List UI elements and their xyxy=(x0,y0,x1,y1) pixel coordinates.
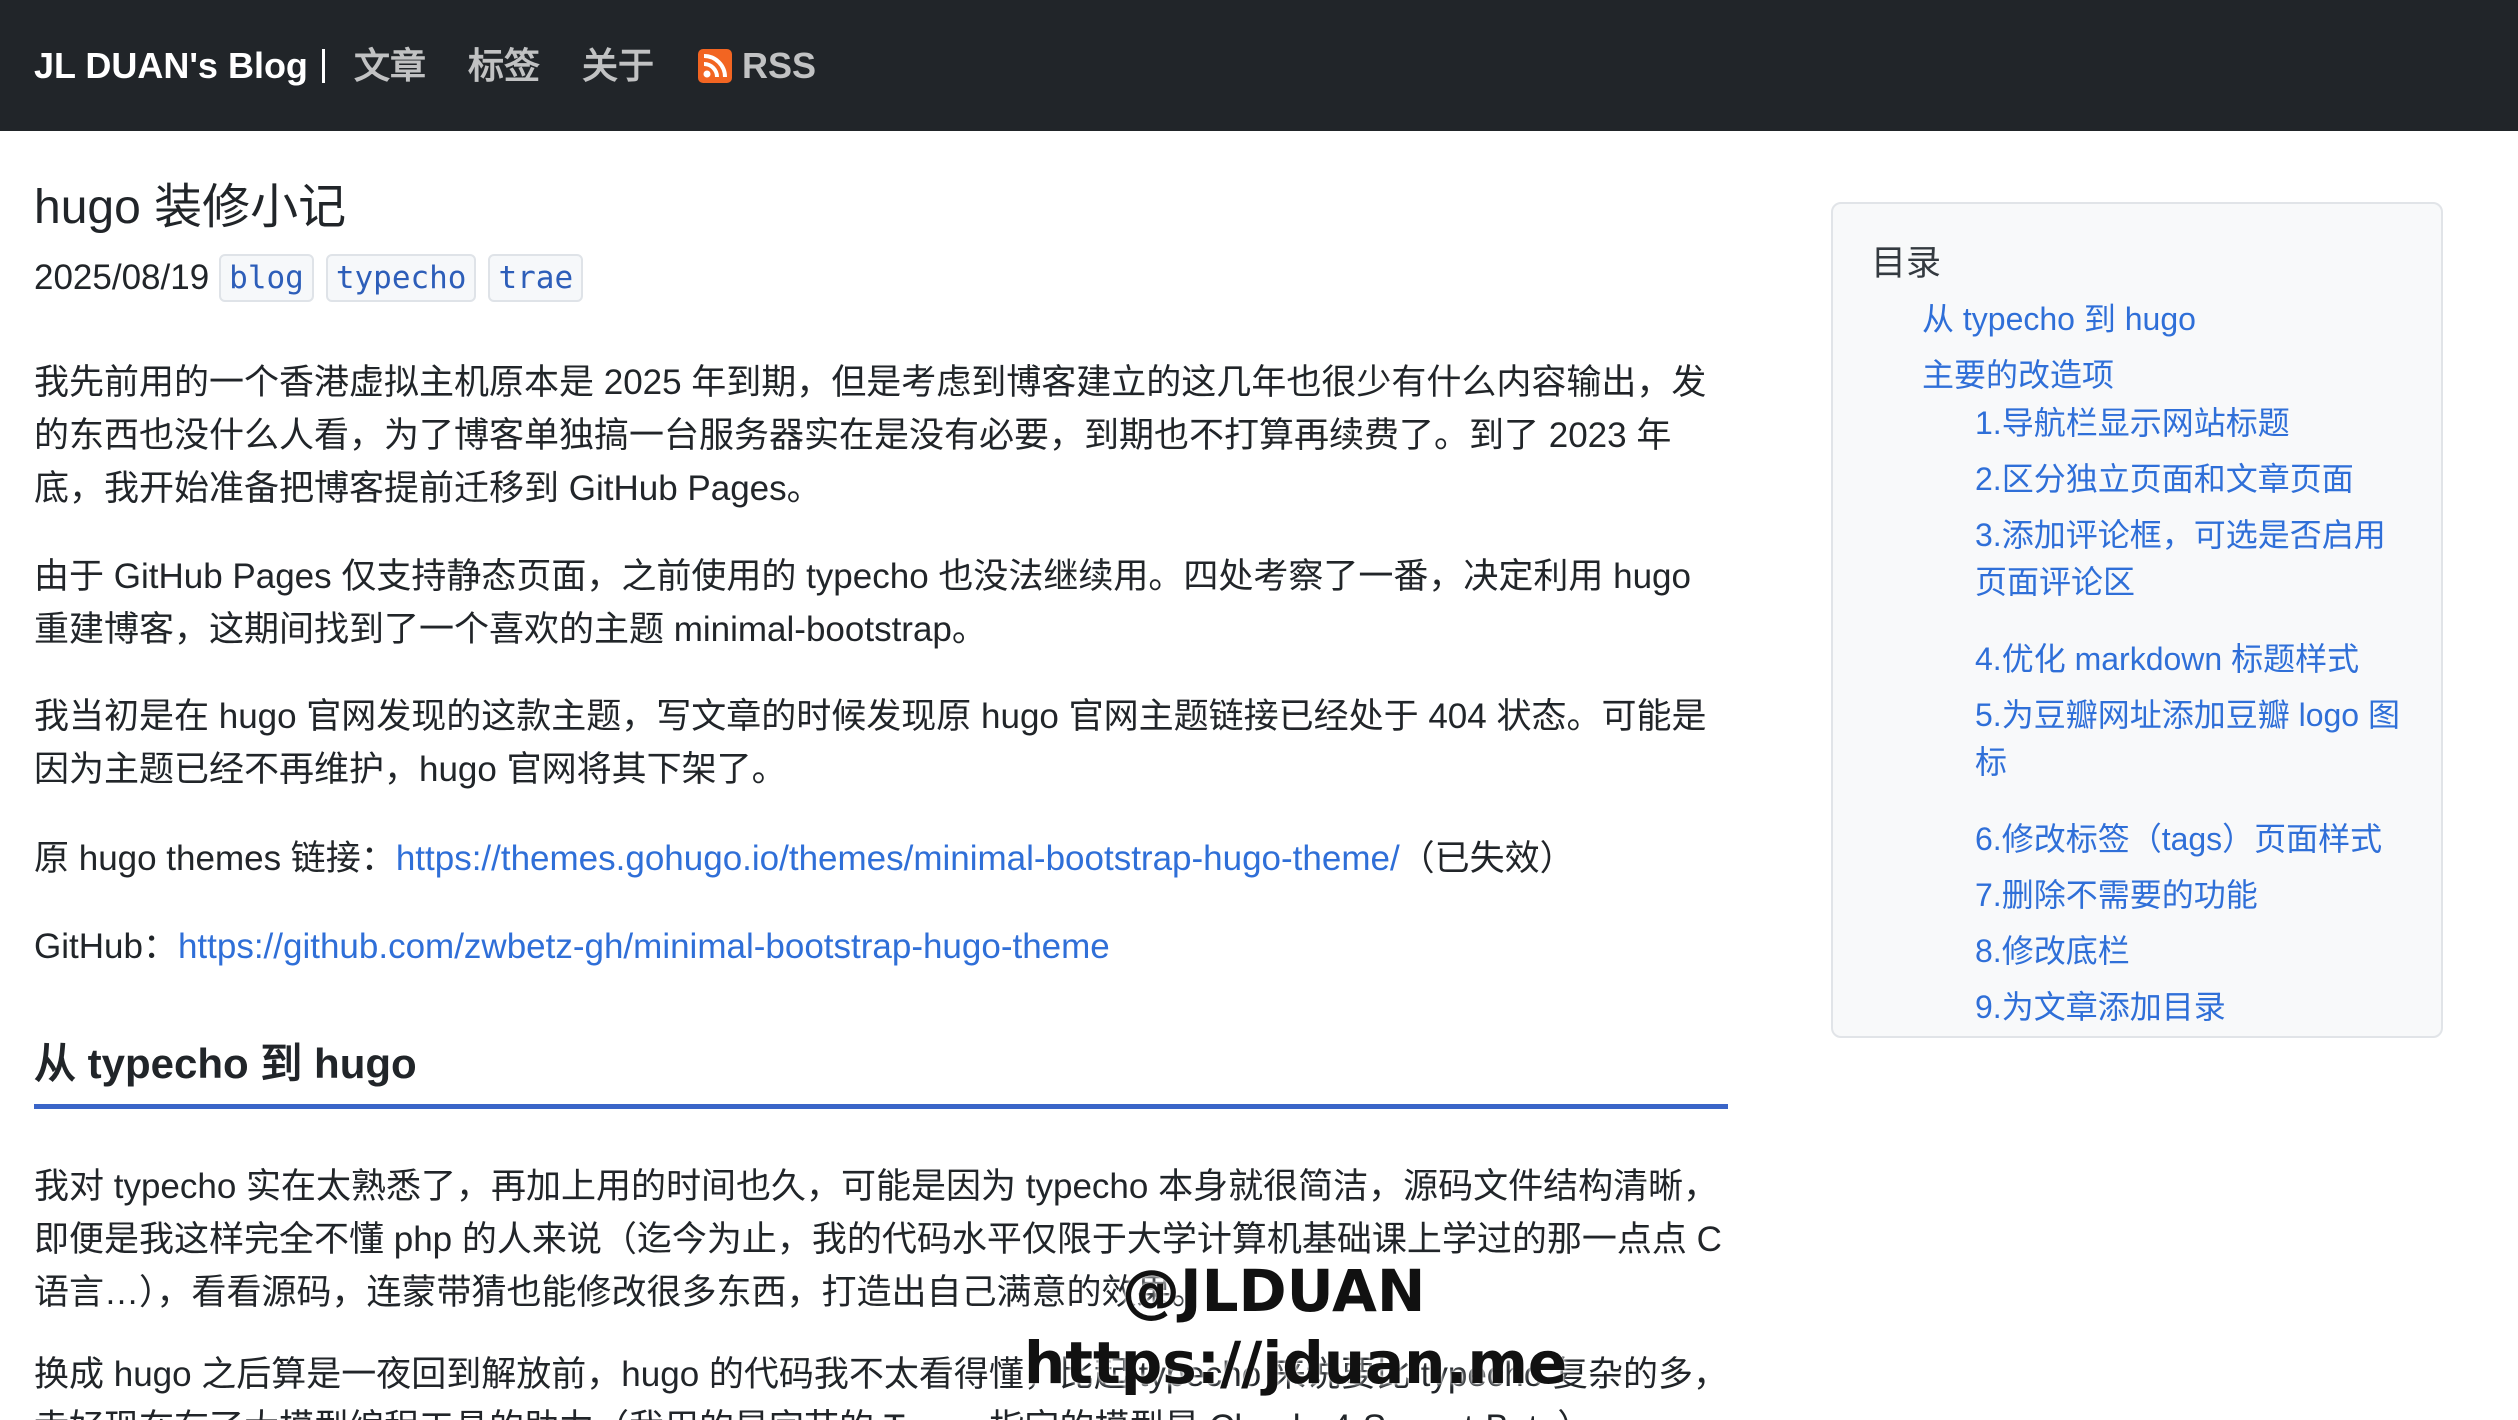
site-brand-link[interactable]: JL DUAN's Blog xyxy=(34,45,308,87)
post-date: 2025/08/19 xyxy=(34,258,210,297)
section-paragraph-1: 我对 typecho 实在太熟悉了，再加上用的时间也久，可能是因为 typech… xyxy=(34,1167,1722,1312)
toc-item-1[interactable]: 1.导航栏显示网站标题 xyxy=(1975,400,2415,447)
post-title: hugo 装修小记 xyxy=(34,181,347,234)
tag-typecho[interactable]: typecho xyxy=(325,254,477,302)
intro-paragraph-1: 我先前用的一个香港虚拟主机原本是 2025 年到期，但是考虑到博客建立的这几年也… xyxy=(34,363,1707,508)
toc-item-typecho-to-hugo[interactable]: 从 typecho 到 hugo xyxy=(1922,296,2196,343)
intro-paragraph-3: 我当初是在 hugo 官网发现的这款主题，写文章的时候发现原 hugo 官网主题… xyxy=(34,697,1707,789)
table-of-contents: 目录 从 typecho 到 hugo 主要的改造项 1.导航栏显示网站标题 2… xyxy=(1831,202,2443,1038)
nav-item-articles[interactable]: 文章 xyxy=(354,45,426,87)
toc-item-2[interactable]: 2.区分独立页面和文章页面 xyxy=(1975,456,2415,503)
themes-link-paragraph: 原 hugo themes 链接：https://themes.gohugo.i… xyxy=(34,832,1734,885)
intro-paragraph-2: 由于 GitHub Pages 仅支持静态页面，之前使用的 typecho 也没… xyxy=(34,557,1691,649)
toc-item-4[interactable]: 4.优化 markdown 标题样式 xyxy=(1975,636,2415,683)
toc-item-9[interactable]: 9.为文章添加目录 xyxy=(1975,984,2415,1031)
toc-item-7[interactable]: 7.删除不需要的功能 xyxy=(1975,872,2415,919)
themes-link-prefix: 原 hugo themes 链接： xyxy=(34,839,396,878)
post-meta: 2025/08/19 blog typecho trae xyxy=(34,254,595,302)
github-link-prefix: GitHub： xyxy=(34,927,178,966)
rss-icon xyxy=(698,49,732,83)
toc-item-8[interactable]: 8.修改底栏 xyxy=(1975,928,2415,975)
toc-item-6[interactable]: 6.修改标签（tags）页面样式 xyxy=(1975,816,2415,863)
tag-trae[interactable]: trae xyxy=(488,254,584,302)
toc-item-5[interactable]: 5.为豆瓣网址添加豆瓣 logo 图标 xyxy=(1975,692,2415,786)
brand-separator xyxy=(322,49,325,83)
github-link[interactable]: https://github.com/zwbetz-gh/minimal-boo… xyxy=(178,927,1110,966)
themes-link-suffix: （已失效） xyxy=(1399,839,1575,878)
watermark-url: https://jduan.me xyxy=(1024,1329,1568,1397)
nav-item-about[interactable]: 关于 xyxy=(582,45,654,87)
nav-item-rss[interactable]: RSS xyxy=(698,45,816,87)
rss-label: RSS xyxy=(742,45,817,86)
tag-blog[interactable]: blog xyxy=(219,254,314,302)
watermark-handle: @JLDUAN xyxy=(1122,1257,1426,1325)
section-heading: 从 typecho 到 hugo xyxy=(34,1036,1728,1109)
themes-link[interactable]: https://themes.gohugo.io/themes/minimal-… xyxy=(396,839,1400,878)
github-link-paragraph: GitHub：https://github.com/zwbetz-gh/mini… xyxy=(34,920,1734,973)
toc-item-3[interactable]: 3.添加评论框，可选是否启用页面评论区 xyxy=(1975,512,2415,606)
top-navbar: JL DUAN's Blog 文章 标签 关于 RSS xyxy=(0,0,2518,131)
toc-item-main-changes[interactable]: 主要的改造项 xyxy=(1922,352,2114,399)
nav-item-tags[interactable]: 标签 xyxy=(468,45,540,87)
toc-title: 目录 xyxy=(1871,244,1942,283)
